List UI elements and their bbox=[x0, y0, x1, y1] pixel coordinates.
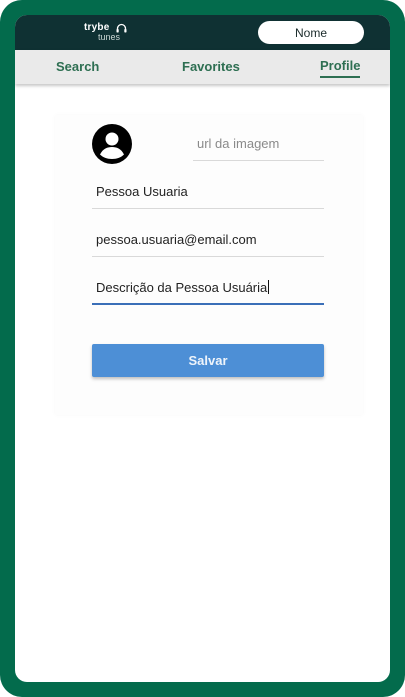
description-field[interactable]: Descrição da Pessoa Usuária bbox=[92, 280, 324, 305]
user-name-text: Nome bbox=[294, 25, 327, 40]
user-circle-icon bbox=[92, 124, 132, 164]
save-button[interactable]: Salvar bbox=[92, 344, 324, 377]
text-caret bbox=[268, 280, 270, 294]
nav-bar: Search Favorites Profile bbox=[15, 50, 390, 84]
nav-link-favorites[interactable]: Favorites bbox=[182, 59, 240, 75]
logo-text-tunes: tunes bbox=[98, 32, 121, 42]
email-field[interactable]: pessoa.usuaria@email.com bbox=[92, 232, 324, 257]
name-input-value: Pessoa Usuaria bbox=[96, 184, 188, 199]
email-input-value: pessoa.usuaria@email.com bbox=[96, 232, 257, 247]
header: trybe tunes Nome bbox=[15, 15, 390, 50]
description-input-value: Descrição da Pessoa Usuária bbox=[96, 280, 268, 295]
trybetunes-logo[interactable]: trybe tunes bbox=[84, 22, 134, 44]
user-name-badge: Nome bbox=[258, 21, 364, 44]
nav-link-profile[interactable]: Profile bbox=[320, 58, 361, 78]
app-screen: trybe tunes Nome Search Favorites Profil… bbox=[15, 15, 390, 682]
image-url-input[interactable] bbox=[197, 136, 324, 151]
nav-link-search[interactable]: Search bbox=[56, 59, 99, 75]
save-button-label: Salvar bbox=[188, 353, 228, 368]
image-url-field bbox=[193, 136, 324, 161]
device-frame: trybe tunes Nome Search Favorites Profil… bbox=[0, 0, 405, 697]
name-field[interactable]: Pessoa Usuaria bbox=[92, 184, 324, 209]
